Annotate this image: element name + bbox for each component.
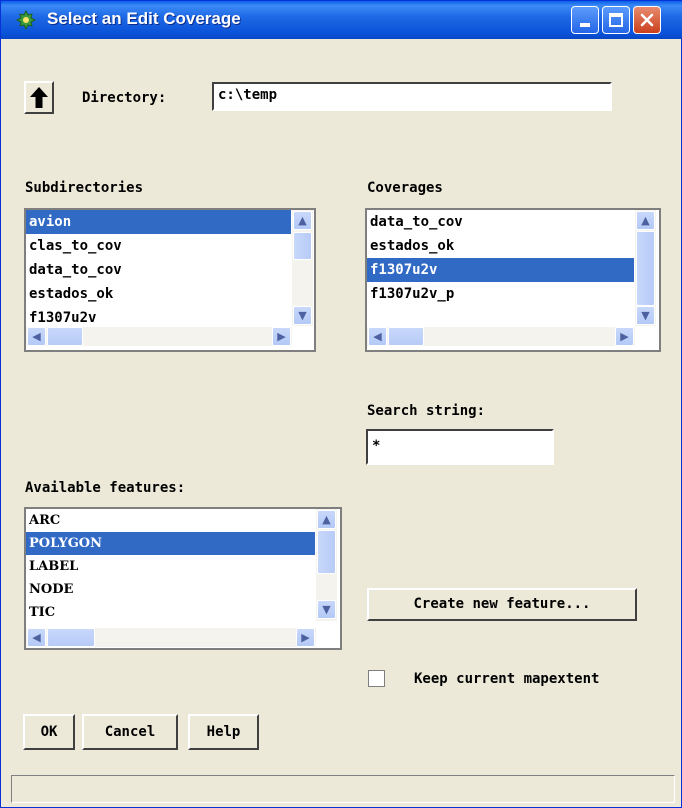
list-item[interactable]: clas_to_cov xyxy=(26,234,291,258)
scroll-thumb[interactable] xyxy=(317,530,336,574)
directory-value: c:\temp xyxy=(218,87,278,103)
scroll-up-icon[interactable]: ▲ xyxy=(293,211,312,230)
scroll-right-icon[interactable]: ▶ xyxy=(296,628,315,647)
app-icon xyxy=(15,9,37,31)
minimize-button[interactable] xyxy=(571,6,599,34)
list-item[interactable]: f1307u2v_p xyxy=(367,282,634,306)
cancel-button[interactable]: Cancel xyxy=(82,714,178,750)
features-list[interactable]: ARC POLYGON LABEL NODE TIC ▲ ▼ ◀ ▶ xyxy=(24,507,342,650)
scroll-thumb[interactable] xyxy=(636,231,655,306)
directory-field[interactable]: c:\temp xyxy=(212,82,612,111)
subdirectories-label: Subdirectories xyxy=(25,180,144,196)
keep-extent-label: Keep current mapextent xyxy=(414,671,600,687)
list-item[interactable]: estados_ok xyxy=(367,234,634,258)
close-button[interactable] xyxy=(633,6,661,34)
horizontal-scrollbar[interactable]: ◀ ▶ xyxy=(26,628,316,647)
horizontal-scrollbar[interactable]: ◀ ▶ xyxy=(367,327,635,346)
maximize-button[interactable] xyxy=(602,6,630,34)
list-item[interactable]: TIC xyxy=(26,601,315,624)
status-bar xyxy=(11,775,675,803)
help-button[interactable]: Help xyxy=(188,714,259,750)
search-string-value: * xyxy=(372,438,381,454)
minimize-icon xyxy=(580,23,590,27)
window-title: Select an Edit Coverage xyxy=(47,9,241,28)
dialog-window: Select an Edit Coverage Directory: c:\te… xyxy=(0,0,682,808)
ok-button[interactable]: OK xyxy=(23,714,75,750)
title-bar[interactable]: Select an Edit Coverage xyxy=(1,1,682,39)
scroll-down-icon[interactable]: ▼ xyxy=(636,306,655,325)
scroll-thumb[interactable] xyxy=(47,628,95,647)
vertical-scrollbar[interactable]: ▲ ▼ xyxy=(635,210,656,326)
maximize-icon xyxy=(609,13,623,27)
scroll-thumb[interactable] xyxy=(293,232,312,260)
list-item[interactable]: f1307u2v xyxy=(367,258,634,282)
list-item[interactable]: NODE xyxy=(26,578,315,601)
parent-directory-button[interactable] xyxy=(24,81,54,114)
vertical-scrollbar[interactable]: ▲ ▼ xyxy=(316,509,337,621)
subdirectories-list[interactable]: avion clas_to_cov data_to_cov estados_ok… xyxy=(24,208,316,352)
scroll-thumb[interactable] xyxy=(47,327,83,346)
list-item[interactable]: ARC xyxy=(26,509,315,532)
scroll-down-icon[interactable]: ▼ xyxy=(293,306,312,325)
scroll-up-icon[interactable]: ▲ xyxy=(317,510,336,529)
list-item[interactable]: avion xyxy=(26,210,291,234)
scroll-left-icon[interactable]: ◀ xyxy=(368,327,387,346)
scroll-thumb[interactable] xyxy=(388,327,424,346)
search-string-label: Search string: xyxy=(367,403,486,419)
list-item[interactable]: POLYGON xyxy=(26,532,315,555)
scroll-left-icon[interactable]: ◀ xyxy=(27,628,46,647)
list-item[interactable]: LABEL xyxy=(26,555,315,578)
list-item[interactable]: data_to_cov xyxy=(367,210,634,234)
coverages-label: Coverages xyxy=(367,180,443,196)
keep-extent-checkbox[interactable] xyxy=(368,670,385,687)
search-string-input[interactable]: * xyxy=(366,429,554,465)
vertical-scrollbar[interactable]: ▲ ▼ xyxy=(292,210,313,326)
create-new-feature-button[interactable]: Create new feature... xyxy=(367,588,637,621)
scroll-right-icon[interactable]: ▶ xyxy=(615,327,634,346)
scroll-right-icon[interactable]: ▶ xyxy=(272,327,291,346)
up-arrow-icon xyxy=(30,87,48,108)
scroll-left-icon[interactable]: ◀ xyxy=(27,327,46,346)
directory-label: Directory: xyxy=(82,90,167,106)
list-item[interactable]: data_to_cov xyxy=(26,258,291,282)
list-item[interactable]: f1307u2v xyxy=(26,306,291,326)
close-icon xyxy=(640,13,654,27)
coverages-list[interactable]: data_to_cov estados_ok f1307u2v f1307u2v… xyxy=(365,208,661,352)
horizontal-scrollbar[interactable]: ◀ ▶ xyxy=(26,327,292,346)
available-features-label: Available features: xyxy=(25,480,186,496)
list-item[interactable]: estados_ok xyxy=(26,282,291,306)
scroll-up-icon[interactable]: ▲ xyxy=(636,211,655,230)
scroll-down-icon[interactable]: ▼ xyxy=(317,600,336,619)
